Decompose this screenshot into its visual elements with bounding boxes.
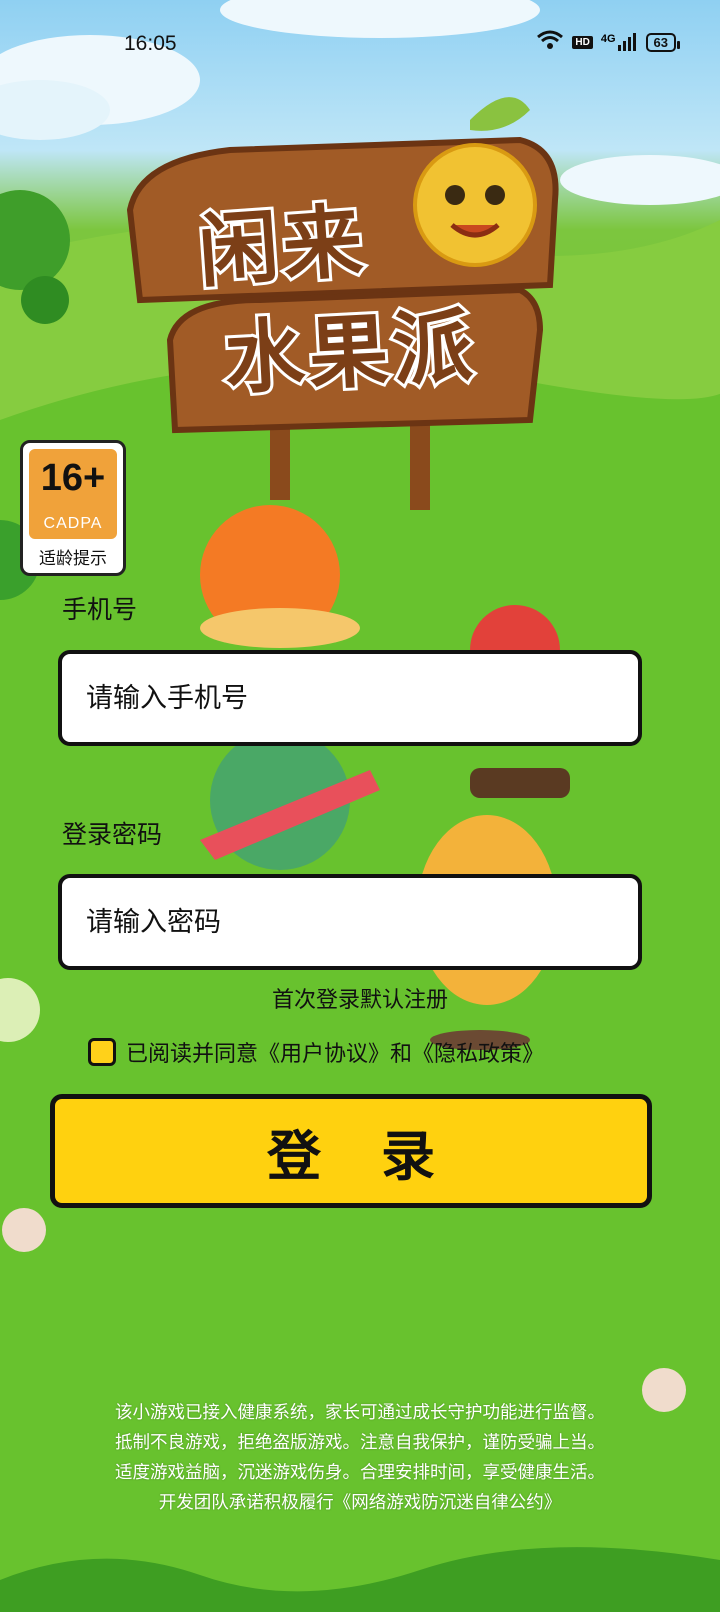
health-notice-line-2: 抵制不良游戏，拒绝盗版游戏。注意自我保护，谨防受骗上当。	[115, 1433, 605, 1453]
hd-badge: HD	[572, 35, 593, 49]
game-title-line-2: 水果派	[219, 296, 482, 408]
wifi-icon	[536, 30, 564, 54]
age-rating-badge[interactable]: 16+ CADPA 适龄提示	[20, 440, 126, 576]
agreement-row: 已阅读并同意《用户协议》和《隐私政策》	[88, 1036, 544, 1068]
phone-field	[58, 650, 642, 746]
login-button[interactable]: 登录	[50, 1094, 652, 1208]
age-rating-org: CADPA	[43, 515, 103, 532]
status-icons: HD 4G 63	[536, 30, 681, 54]
password-field	[58, 874, 642, 970]
phone-input[interactable]	[62, 654, 638, 742]
password-input[interactable]	[62, 878, 638, 966]
status-time: 16:05	[124, 32, 177, 55]
game-title-sign: 闲来 水果派	[128, 120, 588, 540]
status-bar: 16:05 HD 4G 63	[0, 0, 720, 90]
agreement-checkbox[interactable]	[88, 1038, 116, 1066]
health-notice: 该小游戏已接入健康系统，家长可通过成长守护功能进行监督。 抵制不良游戏，拒绝盗版…	[0, 1398, 720, 1518]
age-rating-number: 16+	[40, 457, 106, 499]
game-title-line-1: 闲来	[192, 191, 372, 301]
health-notice-line-4: 开发团队承诺积极履行《网络游戏防沉迷自律公约》	[158, 1493, 562, 1513]
health-notice-line-1: 该小游戏已接入健康系统，家长可通过成长守护功能进行监督。	[115, 1403, 605, 1423]
health-notice-line-3: 适度游戏益脑，沉迷游戏伤身。合理安排时间，享受健康生活。	[115, 1463, 605, 1483]
battery-icon: 63	[645, 32, 681, 52]
password-label: 登录密码	[62, 820, 163, 849]
age-rating-tip: 适龄提示	[39, 549, 107, 569]
agreement-text[interactable]: 已阅读并同意《用户协议》和《隐私政策》	[126, 1036, 544, 1068]
first-login-hint: 首次登录默认注册	[271, 988, 448, 1013]
phone-label: 手机号	[62, 595, 138, 624]
signal-icon: 4G	[601, 33, 638, 51]
network-type: 4G	[600, 33, 616, 45]
age-rating-panel: 16+ CADPA	[29, 449, 117, 539]
